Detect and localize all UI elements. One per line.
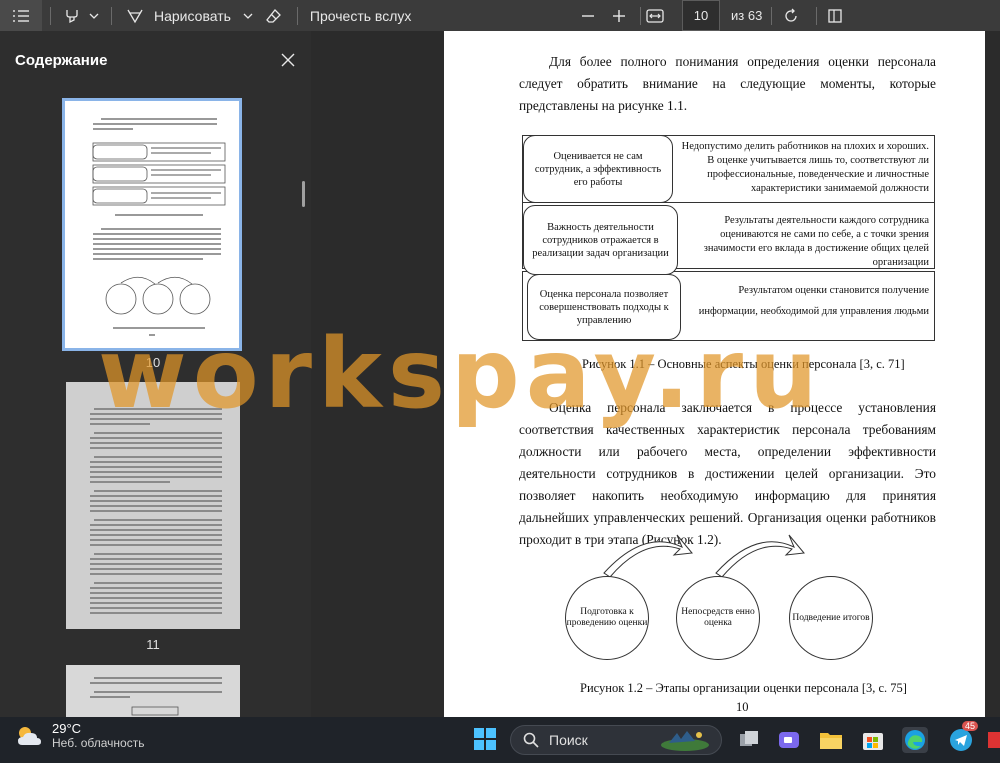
toolbar-divider	[111, 6, 112, 25]
page-total: из 63	[731, 8, 763, 23]
aspect-left-box: Оценка персонала позволяет совершенствов…	[527, 274, 681, 340]
thumbnail-preview	[90, 677, 222, 716]
sidebar-scrollbar[interactable]	[302, 181, 305, 207]
toolbar-divider	[50, 6, 51, 25]
toolbar-divider	[296, 6, 298, 25]
partly-cloudy-icon	[18, 726, 41, 745]
weather-widget[interactable]: 29°C Неб. облачность	[14, 721, 144, 750]
thumbnail-preview	[92, 118, 226, 336]
edge-icon[interactable]	[902, 727, 928, 753]
zoom-out-button[interactable]	[575, 0, 601, 31]
meet-icon[interactable]	[776, 727, 802, 753]
sidebar-title: Содержание	[15, 51, 108, 69]
fit-width-button[interactable]	[642, 0, 668, 31]
draw-button[interactable]: Нарисовать	[120, 0, 237, 31]
minus-icon	[582, 14, 594, 17]
draw-dropdown[interactable]	[237, 0, 259, 31]
read-aloud-button[interactable]: Прочесть вслух	[306, 0, 415, 31]
thumbnail-page-11[interactable]	[66, 382, 240, 629]
zoom-in-button[interactable]	[606, 0, 632, 31]
document-viewer[interactable]: Для более полного понимания определения …	[311, 31, 1000, 717]
weather-description: Неб. облачность	[52, 736, 145, 750]
aspect-right-text: информации, необходимой для управления л…	[698, 306, 929, 317]
aspect-right-text: Недопустимо делить работников на плохих …	[681, 141, 929, 194]
search-highlight-icon	[661, 731, 709, 751]
figure-caption: Рисунок 1.2 – Этапы организации оценки п…	[580, 681, 907, 695]
toolbar-divider	[816, 6, 817, 25]
page-view-icon	[828, 8, 842, 23]
task-view-icon[interactable]	[736, 727, 762, 753]
eraser-button[interactable]	[259, 0, 289, 31]
start-button[interactable]	[474, 728, 496, 755]
telegram-icon[interactable]: 45	[948, 721, 979, 753]
aspect-right-text: Результатом оценки становится получение	[738, 285, 929, 296]
figure-caption: Рисунок 1.1 – Основные аспекты оценки пе…	[582, 357, 905, 371]
pen-icon	[127, 9, 143, 23]
windows-icon	[474, 728, 496, 750]
eraser-icon	[266, 8, 281, 23]
close-icon	[281, 53, 295, 67]
taskbar: 29°C Неб. облачность Поиск 45	[0, 717, 1000, 763]
thumbnail-page-12[interactable]	[66, 665, 240, 717]
aspect-left-box: Важность деятельности сотрудников отража…	[523, 205, 678, 275]
search-icon	[523, 732, 539, 748]
page-number-input[interactable]: 10	[682, 0, 720, 31]
chevron-down-icon	[243, 13, 253, 19]
document-page: Для более полного понимания определения …	[444, 31, 985, 717]
page-number-value: 10	[693, 8, 709, 23]
thumbnail-number: 10	[145, 355, 161, 370]
weather-temperature: 29°C	[52, 721, 82, 736]
highlighter-icon	[66, 9, 78, 23]
highlight-button[interactable]	[59, 0, 85, 31]
plus-icon	[613, 9, 625, 22]
fit-width-icon	[646, 8, 664, 23]
highlight-dropdown[interactable]	[85, 0, 103, 31]
toolbar-divider	[640, 6, 641, 25]
close-sidebar-button[interactable]	[281, 53, 295, 67]
stage-circle: Подготовка к проведению оценки	[565, 576, 649, 660]
contents-toggle-button[interactable]	[0, 0, 42, 31]
read-aloud-label: Прочесть вслух	[309, 7, 412, 24]
thumbnail-page-10[interactable]	[62, 98, 242, 351]
file-explorer-icon[interactable]	[818, 727, 844, 753]
paragraph: Для более полного понимания определения …	[519, 54, 936, 113]
rotate-button[interactable]	[778, 0, 804, 31]
stage-circle: Непосредств енно оценка	[676, 576, 760, 660]
page-view-button[interactable]	[822, 0, 848, 31]
taskbar-search[interactable]: Поиск	[510, 725, 722, 755]
page-number: 10	[736, 700, 749, 714]
chevron-down-icon	[89, 13, 99, 19]
toolbar: Нарисовать Прочесть вслух 10 из 63	[0, 0, 1000, 31]
search-label: Поиск	[549, 732, 588, 748]
aspect-right-text: Результаты деятельности каждого сотрудни…	[703, 215, 929, 268]
aspect-left-box: Оценивается не сам сотрудник, а эффектив…	[523, 135, 673, 203]
sidebar-header: Содержание	[0, 31, 311, 89]
thumbnail-preview	[90, 408, 222, 614]
app-icon[interactable]	[986, 727, 1000, 753]
stage-circle: Подведение итогов	[789, 576, 873, 660]
contents-sidebar: Содержание 10 11	[0, 31, 311, 717]
notification-badge: 45	[962, 721, 979, 731]
store-icon[interactable]	[860, 727, 886, 753]
draw-label: Нарисовать	[154, 7, 231, 24]
list-icon	[13, 9, 29, 22]
thumbnail-number: 11	[146, 637, 160, 652]
toolbar-divider	[771, 6, 772, 25]
rotate-icon	[785, 8, 797, 22]
